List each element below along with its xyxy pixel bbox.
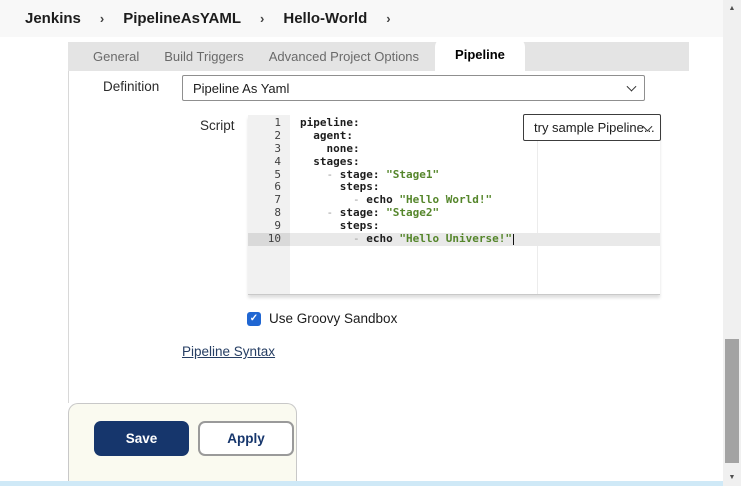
- code-token: [300, 168, 327, 181]
- code-token: [300, 219, 340, 232]
- code-token: "Stage2": [386, 206, 439, 219]
- code-token: [300, 206, 327, 219]
- tab-pipeline[interactable]: Pipeline: [435, 38, 525, 71]
- code-token: stage:: [340, 206, 386, 219]
- line-number: 3: [248, 143, 290, 156]
- line-number: 7: [248, 194, 290, 207]
- groovy-sandbox-label: Use Groovy Sandbox: [269, 311, 397, 326]
- definition-select-value: Pipeline As Yaml: [193, 81, 289, 96]
- scroll-down-icon[interactable]: ▼: [723, 474, 741, 481]
- breadcrumb-item-hello-world[interactable]: Hello-World: [283, 10, 367, 27]
- code-token: [300, 129, 313, 142]
- code-token: [300, 232, 353, 245]
- breadcrumb-item-jenkins[interactable]: Jenkins: [25, 10, 81, 27]
- code-line-active[interactable]: 10 - echo "Hello Universe!": [248, 233, 660, 246]
- tab-build-triggers[interactable]: Build Triggers: [164, 49, 243, 64]
- scrollbar-thumb[interactable]: [725, 339, 739, 463]
- groovy-sandbox-checkbox[interactable]: ✓: [247, 312, 261, 326]
- line-number: 1: [248, 117, 290, 130]
- code-token: steps:: [340, 219, 380, 232]
- code-token: [300, 193, 353, 206]
- breadcrumb-caret-icon: ›: [260, 11, 264, 26]
- script-editor[interactable]: 1 pipeline: 2 agent: 3 none: 4 stages: 5…: [248, 115, 660, 295]
- sample-pipeline-select-value: try sample Pipeline...: [534, 120, 655, 135]
- code-token: none:: [327, 142, 360, 155]
- breadcrumb: Jenkins › PipelineAsYAML › Hello-World ›: [0, 0, 723, 37]
- groovy-sandbox-row: ✓ Use Groovy Sandbox: [247, 311, 397, 326]
- check-icon: ✓: [250, 314, 258, 324]
- bottom-app-bar: Save Apply: [68, 403, 297, 481]
- definition-label: Definition: [103, 79, 159, 94]
- line-number: 5: [248, 169, 290, 182]
- code-token: -: [353, 193, 366, 206]
- apply-button[interactable]: Apply: [198, 421, 294, 456]
- save-button[interactable]: Save: [94, 421, 189, 456]
- breadcrumb-item-pipelineasyaml[interactable]: PipelineAsYAML: [123, 10, 241, 27]
- scrollbar[interactable]: ▲ ▼: [723, 0, 741, 486]
- code-token: "Stage1": [386, 168, 439, 181]
- line-number: 6: [248, 181, 290, 194]
- code-token: agent:: [313, 129, 353, 142]
- code-token: [300, 180, 340, 193]
- definition-select[interactable]: Pipeline As Yaml: [182, 75, 645, 101]
- code-token: "Hello World!": [399, 193, 492, 206]
- code-token: echo: [366, 193, 399, 206]
- breadcrumb-caret-icon: ›: [100, 11, 104, 26]
- line-number: 2: [248, 130, 290, 143]
- tab-advanced-project-options[interactable]: Advanced Project Options: [269, 49, 419, 64]
- code-token: echo: [366, 232, 399, 245]
- line-number: 8: [248, 207, 290, 220]
- line-number: 10: [248, 233, 290, 246]
- footer-strip: [0, 481, 723, 486]
- line-number: 4: [248, 156, 290, 169]
- config-tabbar: General Build Triggers Advanced Project …: [68, 42, 689, 71]
- breadcrumb-caret-icon: ›: [386, 11, 390, 26]
- scroll-up-icon[interactable]: ▲: [723, 5, 741, 12]
- pipeline-syntax-link[interactable]: Pipeline Syntax: [182, 344, 275, 359]
- script-label: Script: [200, 118, 235, 133]
- panel-left-border: [68, 71, 69, 403]
- code-token: stage:: [340, 168, 386, 181]
- code-token: -: [353, 232, 366, 245]
- code-token: steps:: [340, 180, 380, 193]
- text-cursor: [513, 234, 514, 245]
- code-token: stages:: [313, 155, 359, 168]
- code-token: [300, 155, 313, 168]
- chevron-down-icon: [627, 82, 637, 92]
- code-token: -: [327, 168, 340, 181]
- tab-general[interactable]: General: [93, 49, 139, 64]
- code-token: pipeline:: [300, 116, 360, 129]
- code-token: [300, 142, 327, 155]
- code-token: -: [327, 206, 340, 219]
- code-token: "Hello Universe!": [399, 232, 512, 245]
- jenkins-pipeline-config-page: Jenkins › PipelineAsYAML › Hello-World ›…: [0, 0, 741, 486]
- sample-pipeline-select[interactable]: try sample Pipeline...: [523, 114, 661, 141]
